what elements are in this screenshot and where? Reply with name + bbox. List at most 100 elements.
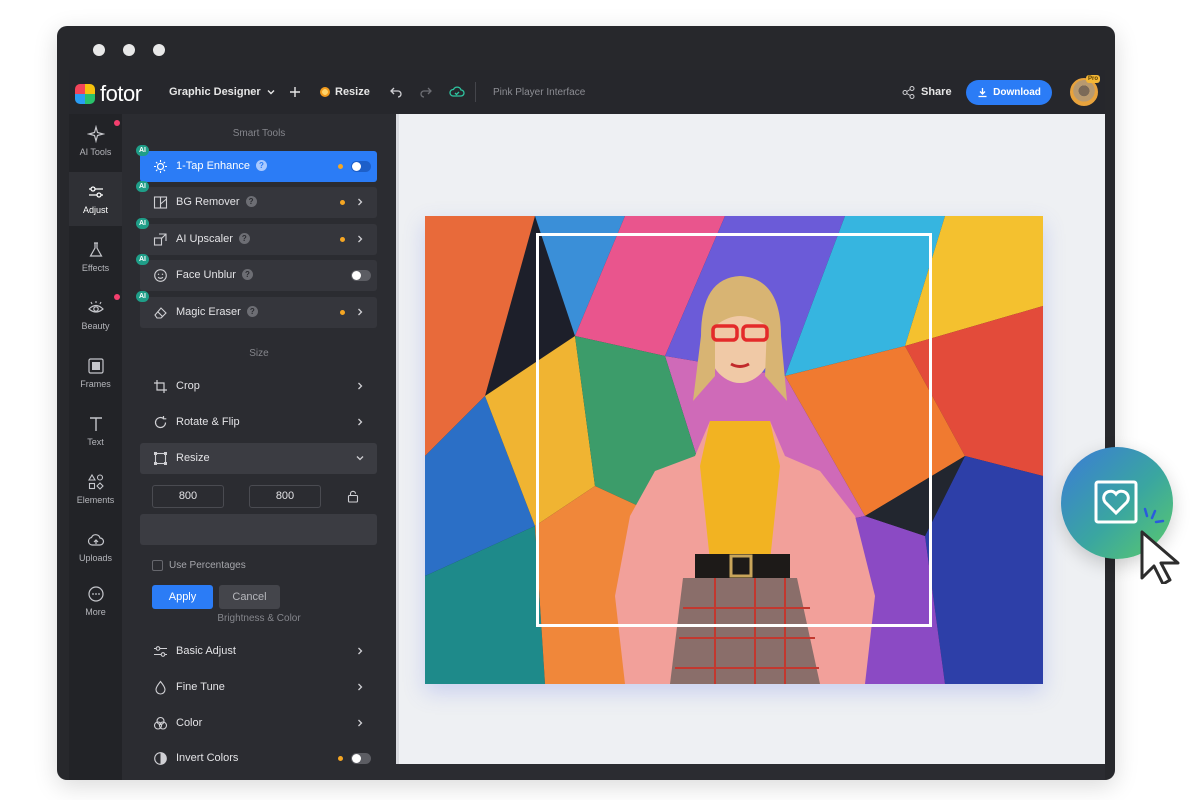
ai-badge: AI bbox=[136, 291, 149, 302]
notification-dot bbox=[114, 294, 120, 300]
share-icon bbox=[902, 85, 915, 99]
tool-label: Magic Eraser bbox=[176, 306, 241, 318]
share-button[interactable]: Share bbox=[902, 70, 952, 114]
cloud-sync-button[interactable] bbox=[449, 70, 465, 114]
rail-label: Beauty bbox=[81, 321, 110, 331]
photo-canvas[interactable] bbox=[425, 216, 1043, 684]
rail-label: Text bbox=[87, 437, 104, 447]
rail-label: AI Tools bbox=[79, 147, 112, 157]
tool-row-rotate-flip[interactable]: Rotate & Flip bbox=[140, 407, 377, 438]
chevron-right-icon bbox=[358, 418, 363, 426]
tool-label: 1-Tap Enhance bbox=[176, 160, 250, 172]
download-button[interactable]: Download bbox=[966, 80, 1052, 105]
rail-item-frames[interactable]: Frames bbox=[69, 346, 122, 400]
height-input[interactable]: 800 bbox=[249, 485, 321, 508]
cloud-check-icon bbox=[449, 86, 465, 97]
help-icon[interactable]: ? bbox=[256, 160, 267, 171]
undo-button[interactable] bbox=[389, 70, 403, 114]
crop-selection-frame[interactable] bbox=[536, 233, 932, 627]
editor-app: fotor Graphic Designer Resize Pink Playe… bbox=[69, 70, 1105, 780]
tool-row-fine-tune[interactable]: Fine Tune bbox=[140, 672, 377, 703]
bg-remover-icon bbox=[153, 196, 168, 209]
text-icon bbox=[89, 417, 102, 431]
rail-label: More bbox=[85, 607, 106, 617]
project-title[interactable]: Pink Player Interface bbox=[493, 70, 585, 114]
ai-badge: AI bbox=[136, 254, 149, 265]
tool-row-face-unblur[interactable]: AI Face Unblur? bbox=[136, 254, 377, 291]
ai-badge: AI bbox=[136, 145, 149, 156]
use-percentages-label: Use Percentages bbox=[169, 560, 246, 571]
help-icon[interactable]: ? bbox=[245, 196, 257, 207]
tool-row-magic-eraser[interactable]: AI Magic Eraser? bbox=[136, 291, 377, 328]
fotor-logo[interactable]: fotor bbox=[75, 81, 142, 107]
undo-icon bbox=[390, 87, 402, 98]
basic-adjust-icon bbox=[154, 646, 167, 657]
resize-button[interactable]: Resize bbox=[320, 70, 370, 114]
heart-frame-icon bbox=[1094, 480, 1138, 524]
rail-item-uploads[interactable]: Uploads bbox=[69, 520, 122, 574]
rail-label: Uploads bbox=[78, 553, 113, 563]
premium-dot bbox=[340, 310, 345, 315]
canvas-area[interactable] bbox=[396, 114, 1105, 764]
enhance-toggle[interactable] bbox=[351, 161, 371, 172]
fotor-logo-icon bbox=[75, 84, 95, 104]
tool-row-ai-upscaler[interactable]: AI AI Upscaler? bbox=[136, 218, 377, 255]
add-button[interactable] bbox=[289, 70, 301, 114]
cancel-button[interactable]: Cancel bbox=[219, 585, 280, 609]
rail-item-text[interactable]: Text bbox=[69, 404, 122, 458]
top-bar: fotor Graphic Designer Resize Pink Playe… bbox=[69, 70, 1105, 114]
eye-icon bbox=[87, 301, 104, 313]
apply-button[interactable]: Apply bbox=[152, 585, 213, 609]
resize-icon bbox=[154, 452, 167, 465]
help-icon[interactable]: ? bbox=[241, 269, 253, 280]
sparkle-icon bbox=[86, 125, 105, 143]
help-icon[interactable]: ? bbox=[238, 233, 250, 244]
redo-button[interactable] bbox=[419, 70, 433, 114]
enhance-icon bbox=[154, 160, 167, 173]
tool-label: Basic Adjust bbox=[176, 645, 236, 657]
section-title-smart-tools: Smart Tools bbox=[232, 128, 286, 139]
rail-item-adjust[interactable]: Adjust bbox=[69, 172, 122, 226]
tool-row-crop[interactable]: Crop bbox=[140, 371, 377, 402]
tool-label: Face Unblur bbox=[176, 269, 236, 281]
tool-row-bg-remover[interactable]: AI BG Remover? bbox=[136, 181, 377, 218]
window-maximize-button[interactable] bbox=[153, 44, 165, 56]
rail-item-effects[interactable]: Effects bbox=[69, 230, 122, 284]
tool-label: AI Upscaler bbox=[176, 233, 233, 245]
mode-dropdown[interactable]: Graphic Designer bbox=[169, 70, 276, 114]
rail-item-more[interactable]: More bbox=[69, 574, 122, 628]
chevron-down-icon bbox=[267, 90, 275, 95]
chevron-right-icon bbox=[358, 683, 363, 691]
rail-label: Frames bbox=[80, 379, 111, 389]
share-label: Share bbox=[921, 86, 952, 98]
eraser-icon bbox=[154, 307, 167, 319]
use-percentages-checkbox[interactable] bbox=[152, 560, 163, 571]
rail-item-elements[interactable]: Elements bbox=[69, 462, 122, 516]
tool-label: BG Remover bbox=[176, 196, 240, 208]
more-icon bbox=[87, 586, 104, 602]
download-icon bbox=[978, 88, 987, 98]
tool-row-resize[interactable]: Resize bbox=[140, 443, 377, 474]
tool-row-1-tap-enhance[interactable]: AI 1-Tap Enhance? bbox=[136, 145, 377, 182]
window-close-button[interactable] bbox=[93, 44, 105, 56]
chevron-down-icon bbox=[356, 456, 364, 461]
face-unblur-toggle[interactable] bbox=[351, 270, 371, 281]
redo-icon bbox=[420, 87, 432, 98]
help-icon[interactable]: ? bbox=[246, 306, 258, 317]
tool-row-color[interactable]: Color bbox=[140, 708, 377, 739]
use-percentages-option[interactable]: Use Percentages bbox=[152, 560, 246, 571]
width-input[interactable]: 800 bbox=[152, 485, 224, 508]
lock-icon[interactable] bbox=[347, 490, 359, 503]
notification-dot bbox=[114, 120, 120, 126]
chevron-right-icon bbox=[358, 647, 363, 655]
upscaler-icon bbox=[153, 233, 167, 246]
invert-colors-toggle[interactable] bbox=[351, 753, 371, 764]
window-minimize-button[interactable] bbox=[123, 44, 135, 56]
tool-label: Invert Colors bbox=[176, 752, 239, 764]
face-icon bbox=[154, 269, 167, 282]
frame-icon bbox=[87, 358, 104, 374]
tool-row-basic-adjust[interactable]: Basic Adjust bbox=[140, 636, 377, 667]
tool-label: Rotate & Flip bbox=[176, 416, 240, 428]
tool-row-invert-colors[interactable]: Invert Colors bbox=[140, 743, 377, 774]
rail-label: Adjust bbox=[82, 205, 108, 215]
